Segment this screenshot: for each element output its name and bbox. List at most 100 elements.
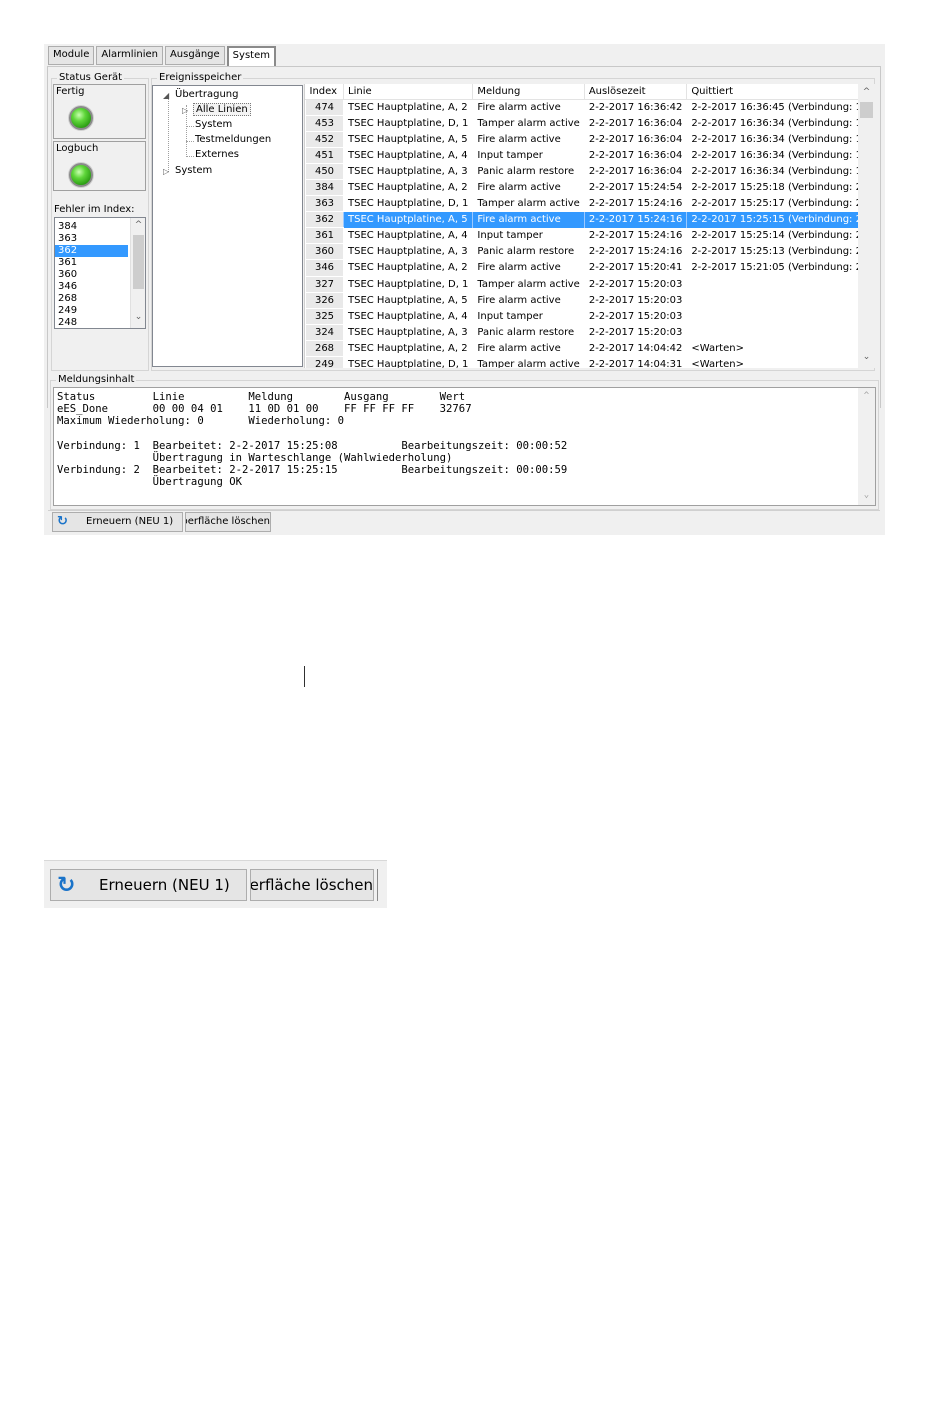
tree-node-system-child[interactable]: System [195, 119, 232, 130]
expanded-arrow-icon[interactable]: ◢ [163, 91, 169, 100]
cell-zeit: 2-2-2017 16:36:04 [584, 147, 688, 164]
scroll-up-icon[interactable]: ^ [858, 87, 875, 97]
table-row[interactable]: 361 TSEC Hauptplatine, A, 4 Input tamper 2-… [305, 227, 871, 245]
column-header-quittiert[interactable]: Quittiert [686, 84, 871, 100]
cell-meldung: Input tamper [472, 227, 585, 244]
error-list-scrollbar[interactable]: ^ ⌄ [130, 218, 145, 328]
cell-quittiert: 2-2-2017 16:36:34 (Verbindung: 1) [686, 115, 871, 132]
tab-ausgaenge[interactable]: Ausgänge [164, 46, 225, 65]
table-row[interactable]: 326 TSEC Hauptplatine, A, 5 Fire alarm act… [305, 291, 871, 309]
cell-meldung: Fire alarm active [472, 99, 585, 116]
message-line: Status Linie Meldung Ausgang Wert [57, 391, 466, 403]
event-memory-legend: Ereignisspeicher [157, 72, 244, 83]
table-row[interactable]: 327 TSEC Hauptplatine, D, 1 Tamper alarm a… [305, 275, 871, 293]
cell-linie: TSEC Hauptplatine, D, 1 [343, 195, 474, 212]
table-row-selected[interactable]: 362 TSEC Hauptplatine, A, 5 Fire alarm act… [305, 211, 871, 229]
scroll-up-icon[interactable]: ^ [131, 220, 145, 230]
cell-quittiert: <Warten> [686, 340, 871, 357]
cell-index: 450 [305, 162, 344, 180]
scroll-up-icon[interactable]: ^ [858, 390, 875, 402]
table-row[interactable]: 450 TSEC Hauptplatine, A, 3 Panic alarm re… [305, 162, 871, 180]
list-item-selected[interactable]: 362 [55, 245, 128, 257]
table-row[interactable]: 453 TSEC Hauptplatine, D, 1 Tamper alarm a… [305, 114, 871, 132]
tab-system[interactable]: System [226, 46, 276, 66]
logbook-label: Logbuch [56, 143, 99, 154]
column-header-ausloesezeit[interactable]: Auslösezeit [584, 84, 688, 100]
scroll-down-icon[interactable]: ⌄ [858, 489, 875, 501]
tab-module[interactable]: Module [48, 46, 95, 65]
cell-linie: TSEC Hauptplatine, A, 2 [343, 99, 474, 116]
cell-meldung: Fire alarm active [472, 340, 585, 357]
table-row[interactable]: 268 TSEC Hauptplatine, A, 2 Fire alarm act… [305, 339, 871, 358]
message-content-text[interactable]: Status Linie Meldung Ausgang Wert eES_Do… [53, 387, 876, 506]
cell-zeit: 2-2-2017 15:24:16 [584, 227, 688, 244]
zoomed-clear-surface-button-label: Oberfläche löschen [250, 876, 373, 894]
cell-linie: TSEC Hauptplatine, D, 1 [343, 115, 474, 132]
event-table[interactable]: Index Linie Meldung Auslösezeit Quittier… [304, 84, 875, 368]
cell-quittiert: 2-2-2017 16:36:34 (Verbindung: 1) [686, 163, 871, 180]
cell-quittiert: 2-2-2017 16:36:45 (Verbindung: 1) [686, 99, 871, 116]
cell-meldung: Panic alarm restore [472, 324, 585, 341]
cell-quittiert: 2-2-2017 16:36:34 (Verbindung: 1) [686, 147, 871, 164]
cell-meldung: Fire alarm active [472, 179, 585, 196]
event-tree[interactable]: ◢ Übertragung ▷ Alle Linien System Testm… [152, 85, 303, 367]
tree-node-system-root[interactable]: System [175, 165, 212, 176]
cell-meldung: Tamper alarm active [472, 356, 585, 368]
cell-quittiert: <Warten> [686, 356, 871, 368]
cell-index: 452 [305, 130, 344, 148]
tree-node-testmeldungen[interactable]: Testmeldungen [195, 134, 271, 145]
table-row[interactable]: 363 TSEC Hauptplatine, D, 1 Tamper alarm a… [305, 195, 871, 213]
refresh-button[interactable]: ↻ Erneuern (NEU 1) [52, 512, 183, 532]
scroll-down-icon[interactable]: ⌄ [858, 352, 875, 362]
clear-surface-button[interactable]: Oberfläche löschen [185, 512, 271, 532]
cell-index: 361 [305, 227, 344, 245]
message-line: Übertragung OK [57, 476, 242, 488]
table-row[interactable]: 452 TSEC Hauptplatine, A, 5 Fire alarm act… [305, 130, 871, 148]
column-header-index[interactable]: Index [305, 84, 344, 100]
message-line: Maximum Wiederholung: 0 Wiederholung: 0 [57, 415, 345, 427]
cell-index: 384 [305, 178, 344, 197]
message-line: eES_Done 00 00 04 01 11 0D 01 00 FF FF F… [57, 403, 472, 415]
scroll-down-icon[interactable]: ⌄ [131, 312, 145, 322]
table-row[interactable]: 360 TSEC Hauptplatine, A, 3 Panic alarm re… [305, 243, 871, 261]
column-header-meldung[interactable]: Meldung [472, 84, 585, 100]
cell-linie: TSEC Hauptplatine, D, 1 [343, 356, 474, 368]
scroll-thumb[interactable] [860, 102, 873, 118]
tree-node-uebertragung[interactable]: Übertragung [175, 89, 238, 100]
table-row[interactable]: 249 TSEC Hauptplatine, D, 1 Tamper alarm a… [305, 355, 871, 368]
tab-bar: Module Alarmlinien Ausgänge System [48, 46, 278, 66]
zoomed-refresh-button[interactable]: ↻ Erneuern (NEU 1) [50, 869, 247, 901]
refresh-button-label: Erneuern (NEU 1) [86, 516, 174, 527]
table-row[interactable]: 324 TSEC Hauptplatine, A, 3 Panic alarm re… [305, 323, 871, 341]
column-header-linie[interactable]: Linie [343, 84, 474, 100]
table-row[interactable]: 384 TSEC Hauptplatine, A, 2 Fire alarm act… [305, 178, 871, 197]
tree-node-externes[interactable]: Externes [195, 149, 239, 160]
cell-linie: TSEC Hauptplatine, A, 2 [343, 179, 474, 196]
zoomed-clear-surface-button[interactable]: Oberfläche löschen [250, 869, 374, 901]
cell-zeit: 2-2-2017 16:36:42 [584, 99, 688, 116]
cell-linie: TSEC Hauptplatine, A, 5 [343, 211, 474, 228]
cell-quittiert [686, 308, 871, 325]
table-row[interactable]: 451 TSEC Hauptplatine, A, 4 Input tamper 2-… [305, 146, 871, 164]
clear-surface-button-label: Oberfläche löschen [186, 516, 270, 527]
cell-zeit: 2-2-2017 16:36:04 [584, 163, 688, 180]
error-index-list[interactable]: 384 363 362 361 360 346 268 249 248 ^ ⌄ [54, 217, 146, 329]
cell-quittiert: 2-2-2017 15:21:05 (Verbindung: 2) [686, 259, 871, 277]
event-table-scrollbar[interactable]: ^ ⌄ [858, 84, 875, 368]
table-row[interactable]: 474 TSEC Hauptplatine, A, 2 Fire alarm act… [305, 98, 871, 116]
refresh-icon: ↻ [57, 514, 68, 529]
ready-led-icon [69, 106, 93, 130]
cell-linie: TSEC Hauptplatine, A, 5 [343, 131, 474, 148]
cell-linie: TSEC Hauptplatine, A, 3 [343, 324, 474, 341]
collapsed-arrow-icon[interactable]: ▷ [182, 106, 188, 115]
tab-alarmlinien[interactable]: Alarmlinien [96, 46, 163, 65]
cell-linie: TSEC Hauptplatine, A, 4 [343, 308, 474, 325]
table-row[interactable]: 346 TSEC Hauptplatine, A, 2 Fire alarm act… [305, 259, 871, 277]
collapsed-arrow-icon[interactable]: ▷ [163, 167, 169, 176]
scroll-thumb[interactable] [133, 235, 144, 289]
message-scrollbar[interactable]: ^ ⌄ [858, 388, 875, 505]
tree-node-alle-linien[interactable]: Alle Linien [193, 103, 251, 116]
cell-quittiert [686, 276, 871, 293]
cell-meldung: Fire alarm active [472, 259, 585, 277]
table-row[interactable]: 325 TSEC Hauptplatine, A, 4 Input tamper 2-… [305, 307, 871, 325]
